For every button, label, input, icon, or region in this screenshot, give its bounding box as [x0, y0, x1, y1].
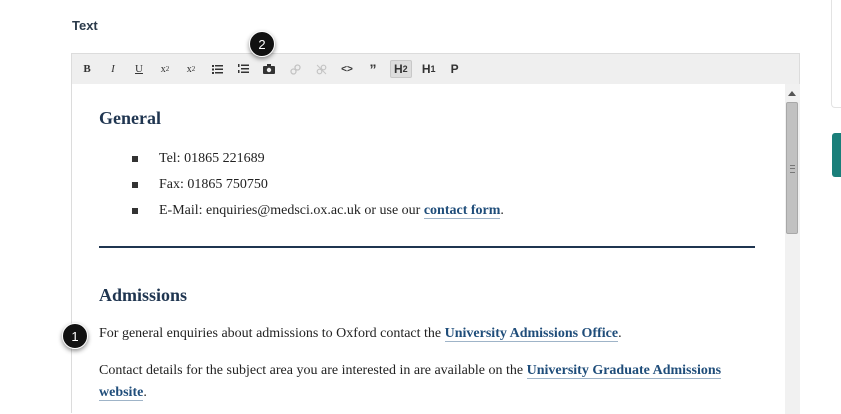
heading-general: General	[99, 108, 161, 128]
side-tab[interactable]	[832, 133, 841, 177]
list-item: E-Mail: enquiries@medsci.ox.ac.uk or use…	[159, 203, 504, 219]
link-button[interactable]	[286, 60, 304, 78]
editor-content[interactable]: General Tel: 01865 221689 Fax: 01865 750…	[72, 84, 784, 414]
paragraph-admissions-office: For general enquiries about admissions t…	[99, 323, 749, 345]
list-bullet	[132, 208, 138, 214]
rich-text-editor: B I U x2 x2 <> ” H2 H1 P General Tel: 01…	[71, 53, 800, 414]
callout-marker-1: 1	[62, 323, 88, 349]
callout-marker-2: 2	[249, 31, 275, 57]
list-item-text: Tel: 01865 221689	[159, 151, 265, 166]
list-item-text: Fax: 01865 750750	[159, 177, 268, 192]
list-bullet	[132, 156, 138, 162]
scrollbar-thumb[interactable]	[786, 102, 798, 234]
paragraph-text: Contact details for the subject area you…	[99, 363, 527, 378]
list-bullet	[132, 182, 138, 188]
unlink-icon	[316, 64, 326, 74]
side-panel-edge	[831, 0, 841, 108]
camera-icon	[263, 64, 275, 74]
scroll-up-arrow-icon[interactable]	[788, 91, 796, 96]
underline-button[interactable]: U	[130, 60, 148, 78]
heading-admissions: Admissions	[99, 285, 188, 305]
list-item: Fax: 01865 750750	[159, 177, 268, 193]
heading2-button[interactable]: H2	[390, 60, 412, 78]
horizontal-rule	[99, 246, 755, 248]
contact-form-link[interactable]: contact form	[423, 203, 501, 219]
code-button[interactable]: <>	[338, 60, 356, 78]
list-item-text: E-Mail: enquiries@medsci.ox.ac.uk or use…	[159, 203, 424, 218]
paragraph-button[interactable]: P	[446, 60, 464, 78]
insert-image-button[interactable]	[260, 60, 278, 78]
bulleted-list-icon	[211, 64, 223, 74]
subscript-button[interactable]: x2	[156, 60, 174, 78]
bold-button[interactable]: B	[78, 60, 96, 78]
paragraph-text: For general enquiries about admissions t…	[99, 326, 445, 341]
punctuation: .	[500, 203, 504, 218]
editor-toolbar: B I U x2 x2 <> ” H2 H1 P	[72, 54, 799, 84]
bulleted-list-button[interactable]	[208, 60, 226, 78]
paragraph-graduate-admissions: Contact details for the subject area you…	[99, 360, 749, 404]
unlink-button[interactable]	[312, 60, 330, 78]
italic-button[interactable]: I	[104, 60, 122, 78]
numbered-list-icon	[237, 64, 249, 73]
numbered-list-button[interactable]	[234, 60, 252, 78]
university-admissions-office-link[interactable]: University Admissions Office	[444, 326, 619, 342]
superscript-button[interactable]: x2	[182, 60, 200, 78]
grip-icon	[790, 165, 795, 173]
quote-button[interactable]: ”	[364, 60, 382, 78]
editor-scrollbar[interactable]	[785, 84, 800, 414]
heading1-button[interactable]: H1	[420, 60, 438, 78]
field-label: Text	[72, 18, 98, 33]
punctuation: .	[143, 385, 147, 400]
list-item: Tel: 01865 221689	[159, 151, 265, 167]
punctuation: .	[618, 326, 622, 341]
link-icon	[289, 63, 301, 75]
